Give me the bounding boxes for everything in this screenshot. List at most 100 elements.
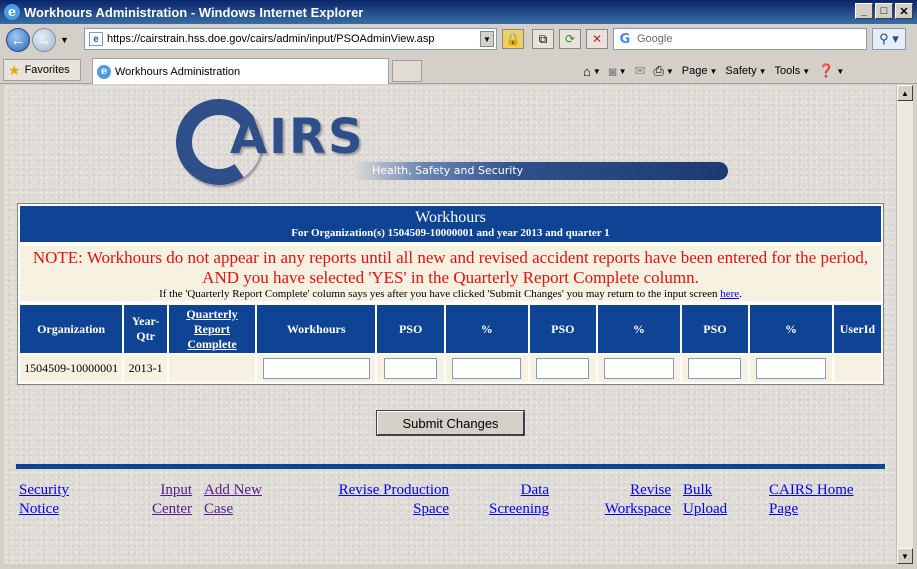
- scroll-up-button[interactable]: ▲: [897, 85, 913, 101]
- panel-subtitle: For Organization(s) 1504509-10000001 and…: [291, 227, 610, 239]
- feeds-button[interactable]: ◙ ▼: [609, 64, 627, 79]
- back-button[interactable]: ←: [6, 28, 30, 52]
- footer-divider: [16, 464, 885, 469]
- submit-changes-button[interactable]: Submit Changes: [377, 411, 524, 435]
- cairs-logo: AIRS Health, Safety and Security: [169, 92, 732, 192]
- cairs-home-page-link[interactable]: CAIRS Home Page: [769, 481, 854, 519]
- col-pso-3: PSO: [681, 305, 749, 353]
- col-pct-2: %: [597, 305, 680, 353]
- input-center-link[interactable]: Input Center: [144, 481, 192, 519]
- note-box: NOTE: Workhours do not appear in any rep…: [18, 244, 883, 303]
- mail-button[interactable]: ✉: [635, 63, 646, 79]
- help-icon: ❓: [818, 63, 835, 78]
- workhours-panel: Workhours For Organization(s) 1504509-10…: [17, 203, 884, 385]
- data-screening-link[interactable]: Data Screening: [484, 481, 549, 519]
- pct-3-input[interactable]: [756, 358, 826, 379]
- url-field[interactable]: e https://cairstrain.hss.doe.gov/cairs/a…: [84, 28, 497, 50]
- logo-text: AIRS: [230, 109, 365, 165]
- return-here-link[interactable]: here: [720, 288, 739, 300]
- cell-workhours: [256, 355, 376, 382]
- favorites-button[interactable]: ★ Favorites: [3, 59, 81, 81]
- page-menu[interactable]: Page ▼: [682, 65, 718, 77]
- search-button[interactable]: ⚲ ▾: [872, 28, 906, 50]
- panel-header: Workhours For Organization(s) 1504509-10…: [18, 204, 883, 244]
- tab-workhours[interactable]: e Workhours Administration: [92, 58, 389, 84]
- table-row: 1504509-10000001 2013-1: [20, 355, 881, 382]
- pct-1-input[interactable]: [451, 358, 522, 379]
- forward-button[interactable]: →: [32, 28, 56, 52]
- page-viewport: AIRS Health, Safety and Security Workhou…: [4, 85, 896, 564]
- col-organization: Organization: [20, 305, 123, 353]
- cell-year-qtr: 2013-1: [124, 355, 168, 382]
- table-header-row: Organization Year- Qtr Quarterly Report Com…: [20, 305, 881, 353]
- pso-1-input[interactable]: [384, 358, 438, 379]
- cell-pso-1: [377, 355, 444, 382]
- window-title-bar: e Workhours Administration - Windows Int…: [0, 0, 917, 24]
- address-bar: ← → ▼ e https://cairstrain.hss.doe.gov/c…: [0, 24, 917, 56]
- help-button[interactable]: ❓ ▼: [818, 63, 844, 79]
- col-pso-2: PSO: [529, 305, 596, 353]
- vertical-scrollbar[interactable]: ▲ ▼: [896, 85, 913, 564]
- workhours-table: Organization Year- Qtr Quarterly Report Com…: [18, 303, 883, 384]
- bulk-upload-link[interactable]: Bulk Upload: [683, 481, 727, 519]
- cell-pct-2: [597, 355, 680, 382]
- mail-icon: ✉: [634, 63, 646, 78]
- ie-page-icon: e: [97, 64, 111, 79]
- cell-quarterly-report-complete: [169, 355, 255, 382]
- printer-icon: ⎙: [653, 63, 664, 78]
- security-notice-link[interactable]: Security Notice: [19, 481, 69, 519]
- print-button[interactable]: ⎙ ▼: [653, 63, 673, 79]
- col-quarterly-report-complete[interactable]: Quarterly Report Complete: [169, 305, 255, 353]
- close-button[interactable]: ✕: [895, 3, 913, 19]
- pso-2-input[interactable]: [536, 358, 590, 379]
- search-input[interactable]: G Google: [613, 28, 867, 50]
- stop-icon[interactable]: ✕: [586, 29, 608, 49]
- cell-pso-3: [681, 355, 749, 382]
- add-new-case-link[interactable]: Add New Case: [204, 481, 262, 519]
- panel-title: Workhours: [415, 209, 486, 226]
- window-title: Workhours Administration - Windows Inter…: [24, 4, 364, 20]
- url-dropdown-icon[interactable]: ▼: [480, 31, 494, 47]
- minimize-button[interactable]: _: [855, 3, 873, 19]
- cell-pso-2: [529, 355, 596, 382]
- col-workhours: Workhours: [256, 305, 376, 353]
- url-text[interactable]: https://cairstrain.hss.doe.gov/cairs/adm…: [107, 33, 435, 45]
- col-pct-1: %: [445, 305, 528, 353]
- revise-workspace-link[interactable]: Revise Workspace: [596, 481, 671, 519]
- lock-icon[interactable]: 🔒: [502, 29, 524, 49]
- scroll-down-button[interactable]: ▼: [897, 548, 913, 564]
- refresh-icon[interactable]: ⟳: [559, 29, 581, 49]
- cell-organization: 1504509-10000001: [20, 355, 123, 382]
- tools-menu[interactable]: Tools ▼: [775, 65, 811, 77]
- quarterly-report-complete-link[interactable]: Quarterly Report Complete: [186, 307, 237, 351]
- pct-2-input[interactable]: [604, 358, 674, 379]
- maximize-button[interactable]: □: [875, 3, 893, 19]
- rss-icon: ◙: [608, 63, 617, 79]
- google-icon: G: [619, 31, 631, 47]
- col-userid: UserId: [833, 305, 881, 353]
- cell-pct-1: [445, 355, 528, 382]
- workhours-input[interactable]: [262, 358, 370, 379]
- col-pct-3: %: [750, 305, 832, 353]
- home-icon: ⌂: [583, 63, 591, 79]
- instruction-text: If the 'Quarterly Report Complete' colum…: [159, 288, 742, 300]
- tab-label: Workhours Administration: [115, 65, 241, 78]
- col-pso-1: PSO: [377, 305, 444, 353]
- page-icon: e: [89, 32, 103, 46]
- tab-bar: ★ Favorites e Workhours Administration ⌂…: [0, 56, 917, 84]
- status-strip: [0, 564, 917, 569]
- col-year-qtr: Year- Qtr: [124, 305, 168, 353]
- ie-logo-icon: e: [4, 4, 20, 20]
- logo-subtitle: Health, Safety and Security: [372, 164, 524, 177]
- pso-3-input[interactable]: [688, 358, 742, 379]
- search-placeholder: Google: [637, 33, 673, 45]
- new-tab-button[interactable]: [392, 60, 422, 82]
- compatibility-view-icon[interactable]: ⧉: [532, 29, 554, 49]
- star-icon: ★: [8, 61, 21, 78]
- history-dropdown-icon[interactable]: ▼: [60, 35, 69, 45]
- safety-menu[interactable]: Safety ▼: [725, 65, 766, 77]
- revise-production-space-link[interactable]: Revise Production Space: [334, 481, 449, 519]
- home-button[interactable]: ⌂ ▼: [583, 64, 601, 79]
- cell-userid: [833, 355, 881, 382]
- favorites-label: Favorites: [24, 64, 70, 76]
